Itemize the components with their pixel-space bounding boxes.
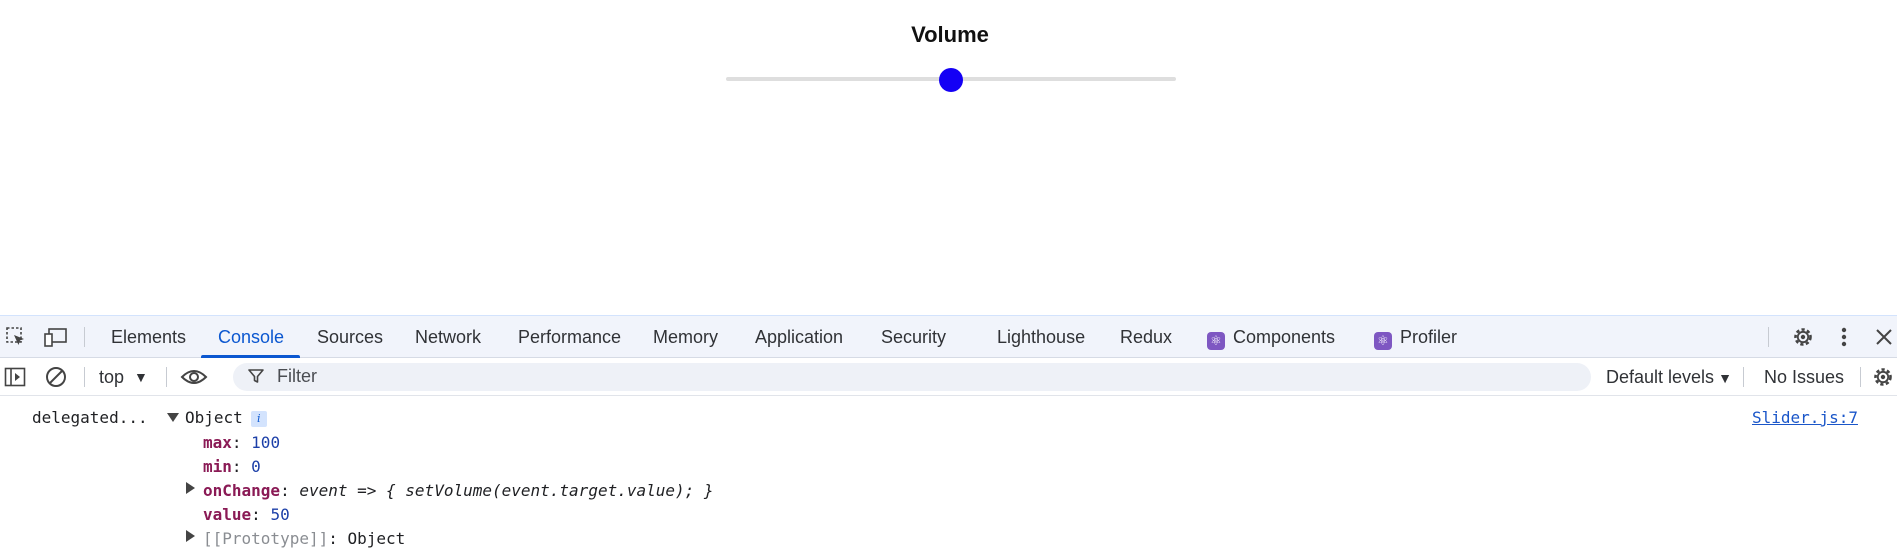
log-message-prefix: delegated... <box>32 408 148 427</box>
tab-lighthouse[interactable]: Lighthouse <box>997 316 1085 358</box>
tab-profiler[interactable]: ⚛ Profiler <box>1374 316 1457 358</box>
prop-onchange[interactable]: onChange: event => { setVolume(event.tar… <box>203 481 714 500</box>
prop-value: 50 <box>270 505 290 524</box>
tab-memory[interactable]: Memory <box>653 316 718 358</box>
live-expression-eye-icon[interactable] <box>179 365 209 389</box>
prop-value: Object <box>347 529 406 548</box>
clear-console-icon[interactable] <box>43 365 69 389</box>
info-icon[interactable]: i <box>250 411 267 427</box>
tab-elements[interactable]: Elements <box>111 316 186 358</box>
console-settings-gear-icon[interactable] <box>1870 365 1896 389</box>
device-toolbar-icon[interactable] <box>43 325 69 349</box>
log-levels-dropdown[interactable]: Default levels ▼ <box>1606 364 1732 390</box>
tab-network[interactable]: Network <box>415 316 481 358</box>
toolbar-divider <box>1860 367 1861 387</box>
tab-sources[interactable]: Sources <box>317 316 383 358</box>
toolbar-divider <box>84 367 85 387</box>
tab-application[interactable]: Application <box>755 316 843 358</box>
tab-console[interactable]: Console <box>218 316 284 358</box>
page-viewport: Volume <box>0 0 1897 315</box>
gear-icon[interactable] <box>1790 325 1816 349</box>
console-toolbar: top ▼ Filter Default levels ▼ No Issues <box>0 358 1897 396</box>
filter-input[interactable]: Filter <box>233 363 1591 391</box>
filter-placeholder: Filter <box>277 366 317 386</box>
chevron-down-icon: ▼ <box>134 369 148 385</box>
tab-profiler-label: Profiler <box>1400 327 1458 347</box>
slider-thumb[interactable] <box>939 68 963 92</box>
devtools-panel: Elements Console Sources Network Perform… <box>0 315 1897 559</box>
source-link[interactable]: Slider.js:7 <box>1752 408 1858 427</box>
chevron-down-icon: ▼ <box>1718 370 1732 386</box>
issues-counter[interactable]: No Issues <box>1764 364 1844 390</box>
volume-title: Volume <box>911 22 989 47</box>
object-expander[interactable]: Object i <box>167 408 267 427</box>
context-value: top <box>99 367 125 387</box>
prop-max: max: 100 <box>203 433 281 452</box>
toolbar-divider <box>1743 367 1744 387</box>
context-selector[interactable]: top ▼ <box>99 364 148 390</box>
tab-components[interactable]: ⚛ Components <box>1207 316 1335 358</box>
more-options-icon[interactable] <box>1831 325 1857 349</box>
volume-slider[interactable] <box>726 68 1176 92</box>
devtools-tabbar: Elements Console Sources Network Perform… <box>0 316 1897 358</box>
tab-redux[interactable]: Redux <box>1120 316 1172 358</box>
collapsed-triangle-icon[interactable] <box>186 530 195 542</box>
prop-value: event => { setVolume(event.target.value)… <box>299 481 714 500</box>
toolbar-divider <box>166 367 167 387</box>
prop-value: 100 <box>251 433 281 452</box>
sidebar-toggle-icon[interactable] <box>2 365 28 389</box>
object-label: Object <box>185 408 243 427</box>
inspect-element-icon[interactable] <box>3 325 29 349</box>
prop-key: onChange <box>203 481 281 500</box>
prop-prototype[interactable]: [[Prototype]]: Object <box>203 529 405 548</box>
prop-key: [[Prototype]] <box>203 529 329 548</box>
console-output: delegated... Object i Slider.js:7 max: 10… <box>0 396 1897 559</box>
react-icon: ⚛ <box>1374 332 1392 350</box>
prop-key: min <box>203 457 232 476</box>
close-icon[interactable] <box>1871 325 1897 349</box>
prop-value: 0 <box>251 457 261 476</box>
log-levels-label: Default levels <box>1606 367 1715 387</box>
filter-funnel-icon <box>247 367 265 390</box>
prop-key: max <box>203 433 232 452</box>
prop-value-row: value: 50 <box>203 505 290 524</box>
tab-security[interactable]: Security <box>881 316 946 358</box>
expanded-triangle-icon <box>167 413 179 422</box>
react-icon: ⚛ <box>1207 332 1225 350</box>
tab-components-label: Components <box>1233 327 1336 347</box>
collapsed-triangle-icon[interactable] <box>186 482 195 494</box>
tabbar-divider <box>1768 327 1769 347</box>
tab-performance[interactable]: Performance <box>518 316 621 358</box>
prop-key: value <box>203 505 252 524</box>
prop-min: min: 0 <box>203 457 261 476</box>
tabbar-divider <box>84 327 85 347</box>
